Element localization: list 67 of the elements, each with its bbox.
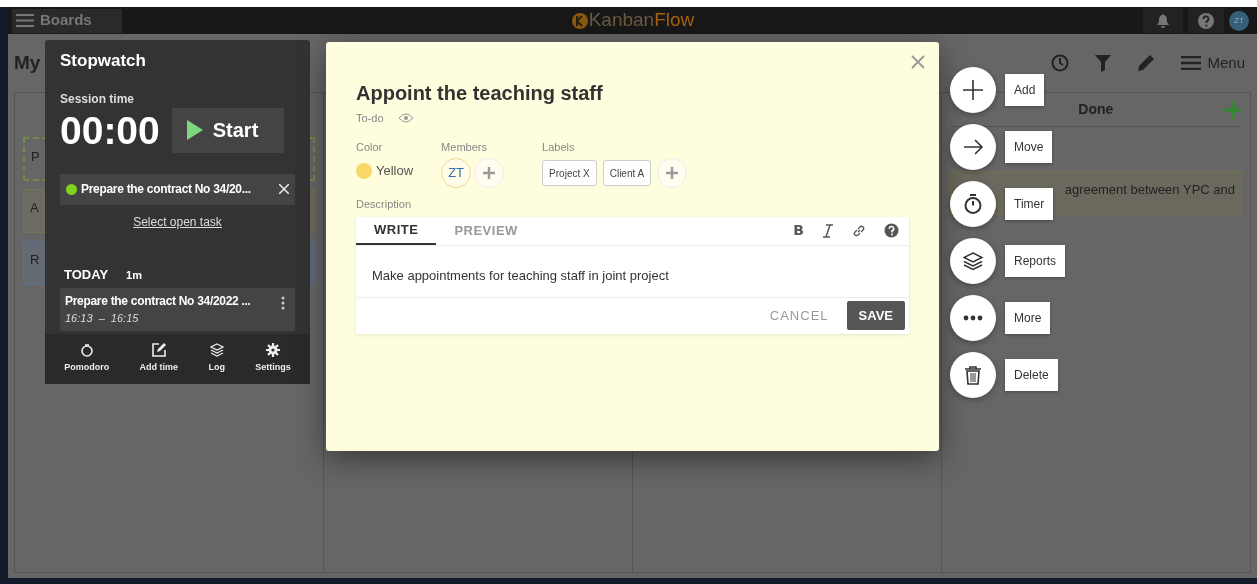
field-label: Labels [542, 139, 576, 155]
board-title: My [14, 50, 41, 75]
layers-icon [962, 250, 984, 272]
plus-icon [483, 167, 496, 179]
bold-button[interactable]: B [793, 220, 804, 241]
action-label[interactable]: More [1005, 302, 1051, 334]
add-member-button[interactable] [474, 158, 505, 188]
action-label[interactable]: Reports [1005, 245, 1066, 277]
start-button[interactable]: Start [171, 107, 284, 153]
time-entry[interactable]: Prepare the contract No 34/2022 ... 16:13 – 16:15 [60, 288, 295, 331]
footer-button[interactable]: Log [208, 343, 225, 375]
menu-icon [1181, 56, 1202, 70]
edit-icon [151, 343, 166, 358]
footer-button[interactable]: Pomodoro [64, 343, 110, 375]
eye-icon[interactable] [397, 113, 414, 124]
app-logo: KanbanFlow [570, 6, 695, 35]
footer-button[interactable]: Add time [139, 343, 179, 375]
play-icon [186, 120, 203, 140]
action-label[interactable]: Add [1005, 74, 1045, 106]
footer-button[interactable]: Settings [255, 343, 291, 375]
logo-icon [570, 11, 589, 30]
stopwatch-icon [962, 193, 984, 215]
save-button[interactable]: SAVE [846, 301, 905, 330]
color-picker[interactable]: Yellow [356, 161, 414, 181]
help-icon[interactable] [884, 223, 899, 238]
today-label: TODAY [64, 265, 109, 284]
more-icon[interactable] [281, 296, 285, 310]
description-field[interactable]: Make appointments for teaching staff in joint project [356, 245, 909, 298]
action-label[interactable]: Timer [1005, 188, 1054, 220]
select-task-link[interactable]: Select open task [133, 214, 222, 229]
today-total: 1m [126, 267, 142, 283]
menu-icon [16, 14, 34, 27]
dialog-title: Appoint the teaching staff [356, 81, 604, 106]
column-name: To-do [356, 111, 384, 126]
notifications-button[interactable] [1143, 8, 1183, 33]
more-icon [963, 315, 983, 321]
link-icon[interactable] [852, 223, 866, 238]
member-avatar[interactable]: ZT [441, 158, 472, 188]
field-label: Description [356, 197, 413, 212]
help-icon [1197, 11, 1215, 30]
editor-tab[interactable]: WRITE [356, 216, 437, 245]
action-label[interactable]: Delete [1005, 359, 1058, 391]
plus-icon [962, 79, 984, 101]
action-label[interactable]: Move [1005, 131, 1053, 163]
filter-icon[interactable] [1095, 54, 1112, 72]
plus-icon [666, 167, 679, 179]
trash-icon [962, 364, 984, 386]
field-label: Members [441, 139, 488, 155]
timer-icon [79, 343, 94, 358]
label-tag[interactable]: Project X [542, 160, 597, 186]
column-header: Done [1078, 100, 1114, 119]
layers-icon [209, 343, 224, 358]
add-label-button[interactable] [657, 158, 688, 188]
timer-display: 00:00 [60, 110, 160, 150]
panel-title: Stopwatch [60, 50, 147, 72]
pencil-icon[interactable] [1137, 54, 1156, 72]
settings-icon [266, 343, 280, 358]
italic-icon[interactable] [822, 223, 834, 238]
help-button[interactable] [1188, 8, 1224, 33]
bell-icon [1155, 12, 1171, 29]
entry-task: Prepare the contract No 34/2022 ... [65, 293, 251, 310]
session-label: Session time [60, 90, 136, 108]
entry-time: 16:13 – 16:15 [65, 311, 139, 326]
clock-icon[interactable] [1051, 54, 1070, 72]
current-task-chip[interactable]: Prepare the contract No 34/20... [60, 173, 295, 205]
field-label: Color [356, 139, 384, 155]
label-tag[interactable]: Client A [602, 160, 652, 186]
